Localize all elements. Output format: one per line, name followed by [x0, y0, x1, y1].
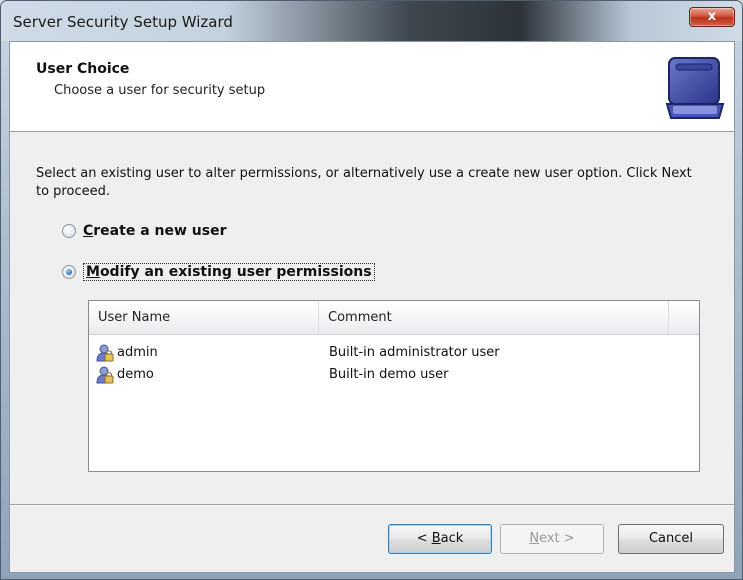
back-button[interactable]: < Back: [388, 524, 492, 554]
user-lock-icon: [96, 366, 114, 384]
wizard-header: User Choice Choose a user for security s…: [10, 42, 734, 132]
back-rest: ack: [440, 531, 464, 546]
wizard-body: User Choice Choose a user for security s…: [9, 41, 735, 573]
create-user-label: Create a new user: [83, 223, 227, 239]
back-accel: B: [431, 531, 441, 546]
user-lock-icon: [96, 344, 114, 362]
footer-divider: [10, 504, 734, 506]
user-comment-cell: Built-in administrator user: [329, 345, 500, 360]
title-bar[interactable]: Server Security Setup Wizard x: [1, 1, 742, 41]
user-name-cell: admin: [96, 342, 158, 364]
next-button[interactable]: Next >: [500, 524, 604, 554]
modify-user-radio[interactable]: [62, 265, 76, 279]
page-title: User Choice: [36, 61, 130, 77]
create-user-radio[interactable]: [62, 224, 76, 238]
next-rest: ext >: [539, 531, 575, 546]
page-subtitle: Choose a user for security setup: [54, 83, 266, 98]
instructions-text: Select an existing user to alter permiss…: [36, 166, 692, 199]
column-header-comment[interactable]: Comment: [319, 301, 669, 335]
back-prefix: <: [416, 531, 432, 546]
next-accel: N: [529, 531, 540, 546]
table-row[interactable]: demo Built-in demo user: [89, 364, 699, 386]
column-header-user-name[interactable]: User Name: [89, 301, 319, 335]
user-list-header: User Name Comment: [89, 301, 699, 335]
briefcase-icon: [665, 57, 725, 119]
user-name: admin: [117, 345, 158, 360]
modify-user-label: Modify an existing user permissions: [83, 263, 375, 281]
wizard-window: Server Security Setup Wizard x User Choi…: [0, 0, 743, 580]
user-name: demo: [117, 367, 154, 382]
table-row[interactable]: admin Built-in administrator user: [89, 342, 699, 364]
user-list[interactable]: User Name Comment admin Built-in adminis…: [88, 300, 700, 472]
close-icon: x: [707, 9, 717, 24]
user-name-cell: demo: [96, 364, 154, 386]
window-title: Server Security Setup Wizard: [13, 13, 233, 31]
cancel-button[interactable]: Cancel: [618, 524, 724, 554]
modify-user-option[interactable]: Modify an existing user permissions: [62, 262, 375, 282]
close-button[interactable]: x: [689, 7, 735, 27]
user-comment-cell: Built-in demo user: [329, 367, 449, 382]
create-user-option[interactable]: Create a new user: [62, 221, 226, 241]
